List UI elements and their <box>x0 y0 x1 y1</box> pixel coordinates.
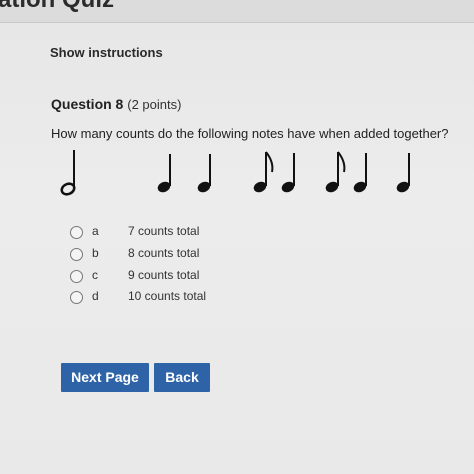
radio-button[interactable] <box>70 291 83 304</box>
quarter-note-icon <box>281 153 295 193</box>
eighth-note-icon <box>325 151 346 193</box>
radio-button[interactable] <box>70 270 83 283</box>
question-heading: Question 8 (2 points) <box>51 96 181 112</box>
quarter-note-icon <box>353 153 367 193</box>
rhythm-notation <box>60 150 410 196</box>
option-letter: c <box>92 268 98 282</box>
back-button[interactable]: Back <box>154 363 210 392</box>
next-page-button[interactable]: Next Page <box>61 363 149 392</box>
question-title: Question 8 <box>51 96 124 112</box>
show-instructions-link[interactable]: Show instructions <box>50 45 163 60</box>
question-prompt: How many counts do the following notes h… <box>51 126 449 141</box>
eighth-note-icon <box>253 151 274 193</box>
option-letter: b <box>92 246 99 260</box>
quarter-note-icon <box>157 154 171 193</box>
option-letter: a <box>92 224 99 238</box>
option-text: 9 counts total <box>128 268 200 282</box>
option-text: 7 counts total <box>128 224 200 238</box>
radio-button[interactable] <box>70 226 83 239</box>
half-note-icon <box>60 150 76 196</box>
radio-button[interactable] <box>70 248 83 261</box>
question-points: (2 points) <box>127 97 182 112</box>
option-text: 8 counts total <box>128 246 200 260</box>
quarter-note-icon <box>197 154 211 193</box>
option-letter: d <box>92 289 99 303</box>
quiz-title: ation Quiz <box>0 0 114 14</box>
quarter-note-icon <box>396 153 410 193</box>
option-text: 10 counts total <box>128 289 207 303</box>
quiz-header-bar: ation Quiz <box>0 0 474 23</box>
